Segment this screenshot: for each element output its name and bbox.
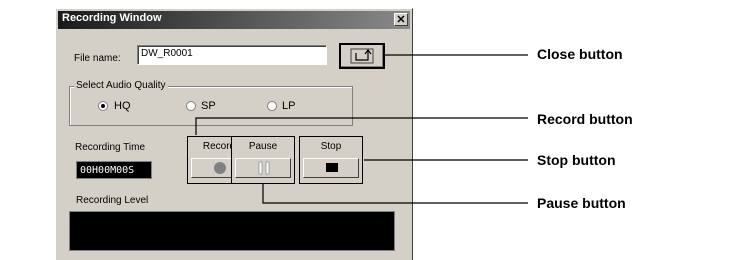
recording-level-label: Recording Level — [76, 195, 149, 206]
radio-lp[interactable] — [267, 101, 277, 111]
file-name-label: File name: — [74, 53, 121, 64]
radio-hq-label: HQ — [114, 100, 131, 112]
radio-sp[interactable] — [186, 101, 196, 111]
title-bar[interactable]: Recording Window ✕ — [58, 11, 410, 29]
close-button[interactable] — [339, 43, 385, 69]
recording-time-label: Recording Time — [75, 142, 146, 153]
pause-button[interactable] — [235, 158, 291, 178]
callout-close-button: Close button — [537, 46, 623, 62]
stop-control: Stop — [299, 136, 363, 184]
window-close-button[interactable]: ✕ — [394, 13, 408, 26]
radio-hq[interactable] — [98, 101, 108, 111]
file-name-input[interactable]: DW_R0001 — [137, 45, 327, 65]
close-arrow-icon — [350, 48, 374, 64]
radio-sp-label: SP — [201, 100, 216, 112]
recording-level-meter — [69, 211, 395, 251]
audio-quality-label: Select Audio Quality — [74, 80, 168, 91]
recording-time-display: 00H00M00S — [76, 161, 152, 179]
window-title: Recording Window — [62, 12, 162, 24]
stop-button[interactable] — [303, 158, 359, 178]
callout-stop-button: Stop button — [537, 152, 616, 168]
pause-control: Pause — [231, 136, 295, 184]
callout-record-button: Record button — [537, 111, 633, 127]
pause-label: Pause — [248, 141, 278, 152]
stop-icon — [326, 163, 338, 172]
recording-window: Recording Window ✕ File name: DW_R0001 S… — [55, 8, 413, 260]
radio-lp-label: LP — [282, 100, 296, 112]
callout-pause-button: Pause button — [537, 195, 626, 211]
stop-label: Stop — [320, 141, 342, 152]
pause-icon — [258, 161, 270, 175]
